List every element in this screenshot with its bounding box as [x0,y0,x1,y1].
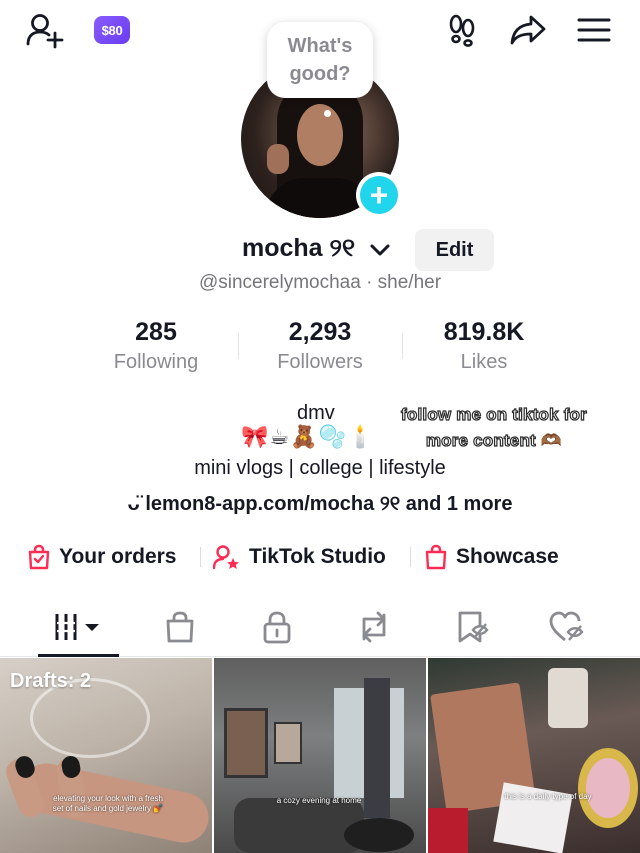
shop-bag-icon [166,611,193,643]
sticker-line-1: follow me on tiktok for [400,404,587,424]
video-thumbnail[interactable]: a cozy evening at home [214,658,426,853]
private-lock-icon [263,611,290,644]
videos-grid-icon [55,614,99,640]
stat-divider [402,333,403,359]
thumbnail-caption: this is a daily type of day [504,792,592,801]
stat-following[interactable]: 285 Following [76,317,236,377]
person-star-icon [213,545,239,570]
showcase-bag-icon [425,544,447,570]
favorites-bookmark-icon [458,611,489,643]
stat-likes[interactable]: 819.8K Likes [404,317,564,377]
bio-link[interactable]: ᴗ̈ lemon8-app.com/mocha ୨୧ and 1 more [0,493,640,516]
order-bag-check-icon [28,544,50,570]
following-count: 285 [135,318,177,346]
video-thumbnail[interactable]: this is a daily type of day [428,658,640,853]
bio-emoji-line: 🎀☕🧸🫧🕯️ [241,424,376,449]
bubble-line-1: What's [287,35,353,57]
followers-label: Followers [277,351,363,373]
text-sticker: follow me on tiktok for more content 🫶🏾 [378,402,610,454]
edit-profile-button[interactable]: Edit [415,229,494,271]
status-bubble[interactable]: What's good? [267,22,373,98]
your-orders-label: Your orders [59,545,177,568]
chevron-down-icon[interactable] [368,238,392,267]
bio-line-3: mini vlogs | college | lifestyle [194,457,446,479]
your-orders-button[interactable]: Your orders [27,541,176,573]
person-add-icon[interactable] [22,10,66,50]
bio-line-1: dmv [297,402,335,424]
tab-videos[interactable] [24,598,131,656]
drafts-label: Drafts: 2 [10,670,92,692]
sticker-line-2: more content 🫶🏾 [425,430,563,450]
share-arrow-icon[interactable] [506,10,550,50]
add-story-button[interactable]: + [356,172,402,218]
tab-liked[interactable] [513,598,620,656]
plus-icon: + [360,176,398,214]
video-thumbnail-drafts[interactable]: Drafts: 2 elevating your look with a fre… [0,658,212,853]
profile-tabs [0,598,640,656]
repost-icon [362,611,385,643]
stat-followers[interactable]: 2,293 Followers [240,317,400,377]
footprints-icon[interactable] [440,10,484,50]
showcase-label: Showcase [456,545,559,568]
likes-label: Likes [460,351,508,373]
tiktok-studio-button[interactable]: TikTok Studio [213,541,386,573]
tab-favorites[interactable] [418,598,525,656]
bubble-line-2: good? [289,63,351,85]
coins-badge[interactable]: $80 [94,16,130,44]
hamburger-menu-icon[interactable] [572,10,616,50]
tab-reposts[interactable] [320,598,427,656]
tab-shop[interactable] [126,598,233,656]
shortcut-divider [410,547,411,567]
active-tab-indicator [38,654,119,657]
followers-count: 2,293 [288,318,352,346]
liked-heart-icon [549,611,584,642]
shortcut-divider [200,547,201,567]
username-pronouns: @sincerelymochaa · she/her [198,272,442,293]
thumbnail-caption: a cozy evening at home [276,796,362,805]
tab-private[interactable] [223,598,330,656]
thumbnail-caption: elevating your look with a fresh set of … [52,794,164,813]
following-label: Following [113,351,199,373]
showcase-button[interactable]: Showcase [424,541,559,573]
profile-name[interactable]: mocha ୨୧ [242,234,355,263]
bubble-tail [324,110,331,117]
stat-divider [238,333,239,359]
tiktok-studio-label: TikTok Studio [249,545,386,568]
likes-count: 819.8K [443,318,525,346]
